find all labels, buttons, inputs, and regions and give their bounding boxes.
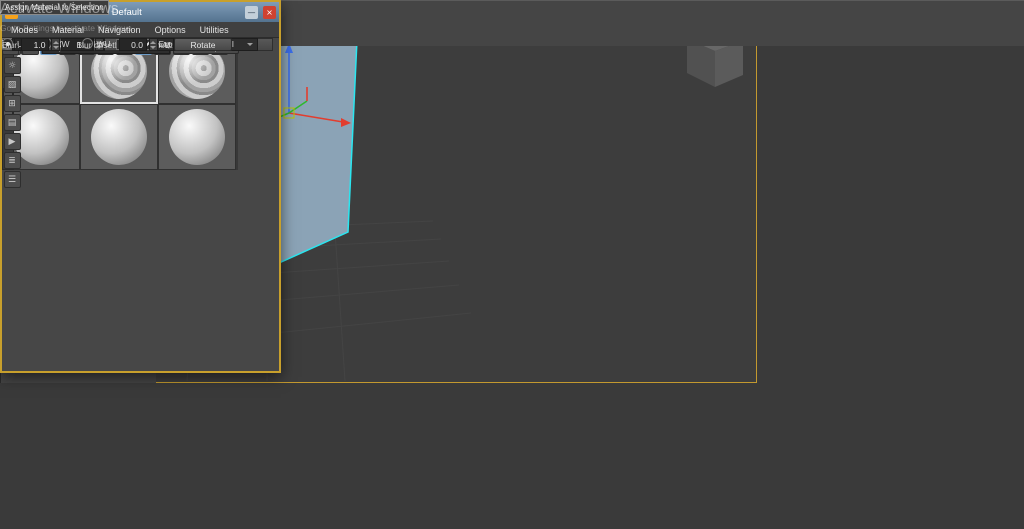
background-icon[interactable]: ▨ — [3, 76, 21, 93]
material-editor-menubar: Modes Material Navigation Options Utilit… — [2, 22, 279, 38]
material-editor-side-tools: ○ ☼ ▨ ⊞ ▤ ▶ ≣ ☰ — [2, 38, 22, 188]
tooltip: Assign Material to Selection — [0, 0, 109, 15]
material-sphere — [169, 109, 225, 165]
close-button[interactable]: × — [263, 5, 276, 19]
blur-row: Blur: 1.0 Blur offset: 0.0 Rotate — [2, 38, 232, 51]
sample-slot-6[interactable] — [158, 104, 236, 170]
sample-slots — [2, 38, 238, 170]
material-navigator-icon[interactable]: ☰ — [3, 171, 21, 188]
backlight-icon[interactable]: ☼ — [3, 57, 21, 74]
blur-offset-spinner[interactable] — [148, 38, 158, 51]
material-sphere — [91, 109, 147, 165]
material-editor-window: 3 Material Editor - 02 - Default — × Mod… — [0, 0, 281, 373]
me-menu-options[interactable]: Options — [148, 22, 193, 37]
sample-slot-5[interactable] — [80, 104, 158, 170]
blur-field[interactable]: 1.0 — [21, 38, 50, 51]
me-menu-utilities[interactable]: Utilities — [193, 22, 236, 37]
me-menu-navigation[interactable]: Navigation — [91, 22, 148, 37]
make-preview-icon[interactable]: ▶ — [3, 133, 21, 150]
material-options-icon[interactable]: ≣ — [3, 152, 21, 169]
blur-offset-label: Blur offset: — [76, 39, 117, 50]
blur-offset-field[interactable]: 0.0 — [118, 38, 147, 51]
me-menu-modes[interactable]: Modes — [4, 22, 45, 37]
video-color-check-icon[interactable]: ▤ — [3, 114, 21, 131]
sample-tiling-icon[interactable]: ⊞ — [3, 95, 21, 112]
rotate-button[interactable]: Rotate — [173, 38, 232, 51]
minimize-button[interactable]: — — [245, 5, 258, 19]
blur-label: Blur: — [2, 39, 20, 50]
me-menu-material[interactable]: Material — [45, 22, 91, 37]
application-window: File Edit Tools Group Views Create Modif… — [0, 0, 1024, 529]
blur-spinner[interactable] — [51, 38, 61, 51]
